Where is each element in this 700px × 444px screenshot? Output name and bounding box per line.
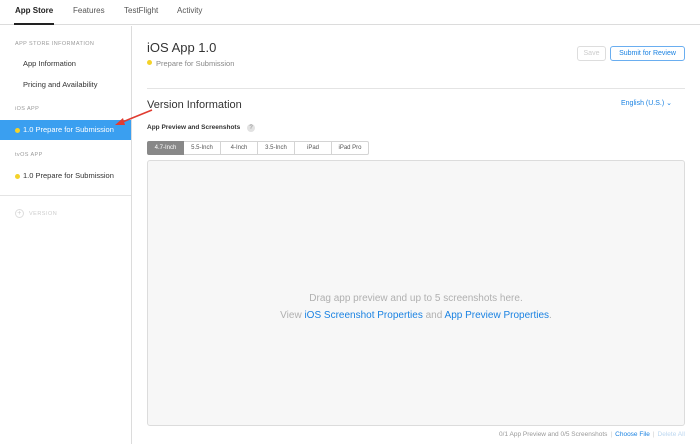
add-version-button[interactable]: + VERSION [15,209,57,218]
sidebar-item-label: 1.0 Prepare for Submission [23,171,114,180]
media-count: 0/1 App Preview and 0/5 Screenshots [499,431,608,438]
footer-separator: | [652,431,655,438]
annotation-arrow-icon [115,109,153,125]
device-tab-ipad[interactable]: iPad [295,141,332,155]
sidebar-item-tvos-version[interactable]: 1.0 Prepare for Submission [0,166,131,186]
status-dot-icon [147,60,152,65]
sidebar-item-app-information[interactable]: App Information [0,54,131,74]
language-selector[interactable]: English (U.S.) ⌄ [621,99,672,107]
top-navigation: App Store Features TestFlight Activity [0,0,700,25]
footer-separator: | [610,431,613,438]
tab-activity[interactable]: Activity [177,6,202,15]
add-version-label: VERSION [29,210,58,217]
page-title: iOS App 1.0 [147,40,217,55]
app-preview-label: App Preview and Screenshots [147,124,241,131]
main-content: iOS App 1.0 Prepare for Submission Save … [132,26,700,444]
device-tab-3-5-inch[interactable]: 3.5-Inch [258,141,295,155]
version-information-heading: Version Information [147,99,242,111]
tab-features[interactable]: Features [73,6,105,15]
help-icon[interactable]: ? [247,124,255,132]
sidebar-item-pricing-and-availability[interactable]: Pricing and Availability [0,75,131,95]
active-tab-indicator [14,23,54,25]
sidebar-item-label: 1.0 Prepare for Submission [23,125,114,134]
dropzone-period: . [549,310,552,321]
section-header-ios-app: iOS APP [15,106,40,112]
delete-all-link[interactable]: Delete All [658,431,685,438]
device-tab-4-inch[interactable]: 4-Inch [221,141,258,155]
section-header-app-store-information: APP STORE INFORMATION [15,41,95,47]
plus-icon: + [15,209,24,218]
sidebar-item-ios-version[interactable]: 1.0 Prepare for Submission [0,120,131,140]
screenshot-dropzone[interactable]: Drag app preview and up to 5 screenshots… [147,160,685,426]
ios-screenshot-properties-link[interactable]: iOS Screenshot Properties [304,310,422,321]
status-text: Prepare for Submission [156,59,235,68]
header-divider [147,88,685,89]
status-dot-icon [15,128,20,133]
sidebar: APP STORE INFORMATION App Information Pr… [0,26,132,444]
media-footer: 0/1 App Preview and 0/5 Screenshots | Choo… [499,431,685,438]
submission-status: Prepare for Submission [147,59,234,68]
app-preview-properties-link[interactable]: App Preview Properties [445,310,550,321]
tab-testflight[interactable]: TestFlight [124,6,158,15]
device-tab-ipad-pro[interactable]: iPad Pro [332,141,369,155]
sidebar-divider [0,195,131,196]
save-button[interactable]: Save [577,46,606,61]
device-size-tabs: 4.7-Inch 5.5-Inch 4-Inch 3.5-Inch iPad i… [147,141,369,155]
device-tab-5-5-inch[interactable]: 5.5-Inch [184,141,221,155]
dropzone-and-text: and [422,310,445,321]
tab-app-store[interactable]: App Store [15,6,53,15]
dropzone-instructions: Drag app preview and up to 5 screenshots… [309,293,523,304]
submit-for-review-button[interactable]: Submit for Review [610,46,685,61]
status-dot-icon [15,174,20,179]
dropzone-view-text: View [280,310,305,321]
dropzone-links: View iOS Screenshot Properties and App P… [148,310,684,321]
choose-file-link[interactable]: Choose File [615,431,650,438]
section-header-tvos-app: tvOS APP [15,152,43,158]
device-tab-4-7-inch[interactable]: 4.7-Inch [147,141,184,155]
